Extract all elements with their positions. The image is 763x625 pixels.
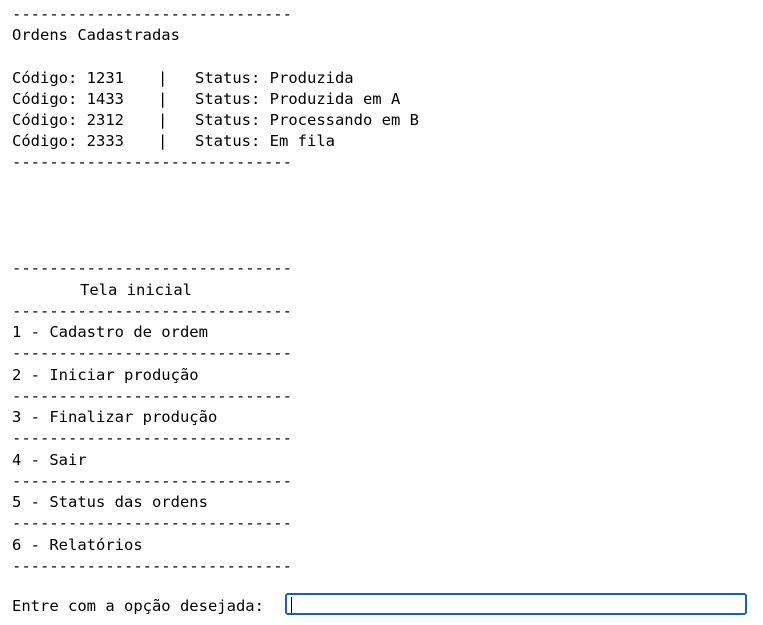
separator-line: ------------------------------: [12, 514, 292, 532]
order-status: Status: Produzida em A: [195, 90, 401, 108]
order-divider: |: [158, 111, 168, 129]
separator-line: ------------------------------: [12, 387, 292, 405]
menu-item-finalizar: 3 - Finalizar produção: [12, 408, 218, 426]
separator-line: ------------------------------: [12, 302, 292, 320]
menu-item-status: 5 - Status das ordens: [12, 493, 208, 511]
order-code: Código: 1231: [12, 69, 124, 87]
order-row: Código: 2312 | Status: Processando em B: [12, 110, 419, 131]
menu-title: Tela inicial: [80, 281, 192, 299]
menu-item-relatorios: 6 - Relatórios: [12, 536, 143, 554]
order-code: Código: 1433: [12, 90, 124, 108]
menu-item-iniciar: 2 - Iniciar produção: [12, 366, 199, 384]
menu-item-sair: 4 - Sair: [12, 451, 87, 469]
order-row: Código: 1433 | Status: Produzida em A: [12, 89, 400, 110]
orders-title: Ordens Cadastradas: [12, 26, 180, 44]
separator-line: ------------------------------: [12, 557, 292, 575]
separator-line: ------------------------------: [12, 429, 292, 447]
order-divider: |: [158, 132, 168, 150]
order-code: Código: 2312: [12, 111, 124, 129]
separator-line: ------------------------------: [12, 5, 292, 23]
prompt-label: Entre com a opção desejada:: [12, 597, 264, 615]
order-status: Status: Em fila: [195, 132, 335, 150]
order-divider: |: [158, 69, 168, 87]
text-caret: [291, 597, 292, 613]
separator-line: ------------------------------: [12, 472, 292, 490]
menu-item-cadastro: 1 - Cadastro de ordem: [12, 323, 208, 341]
order-status: Status: Produzida: [195, 69, 354, 87]
order-divider: |: [158, 90, 168, 108]
separator-line: ------------------------------: [12, 344, 292, 362]
option-input[interactable]: [285, 593, 747, 615]
separator-line: ------------------------------: [12, 153, 292, 171]
order-status: Status: Processando em B: [195, 111, 419, 129]
order-row: Código: 1231 | Status: Produzida: [12, 68, 354, 89]
order-row: Código: 2333 | Status: Em fila: [12, 131, 335, 152]
separator-line: ------------------------------: [12, 259, 292, 277]
order-code: Código: 2333: [12, 132, 124, 150]
